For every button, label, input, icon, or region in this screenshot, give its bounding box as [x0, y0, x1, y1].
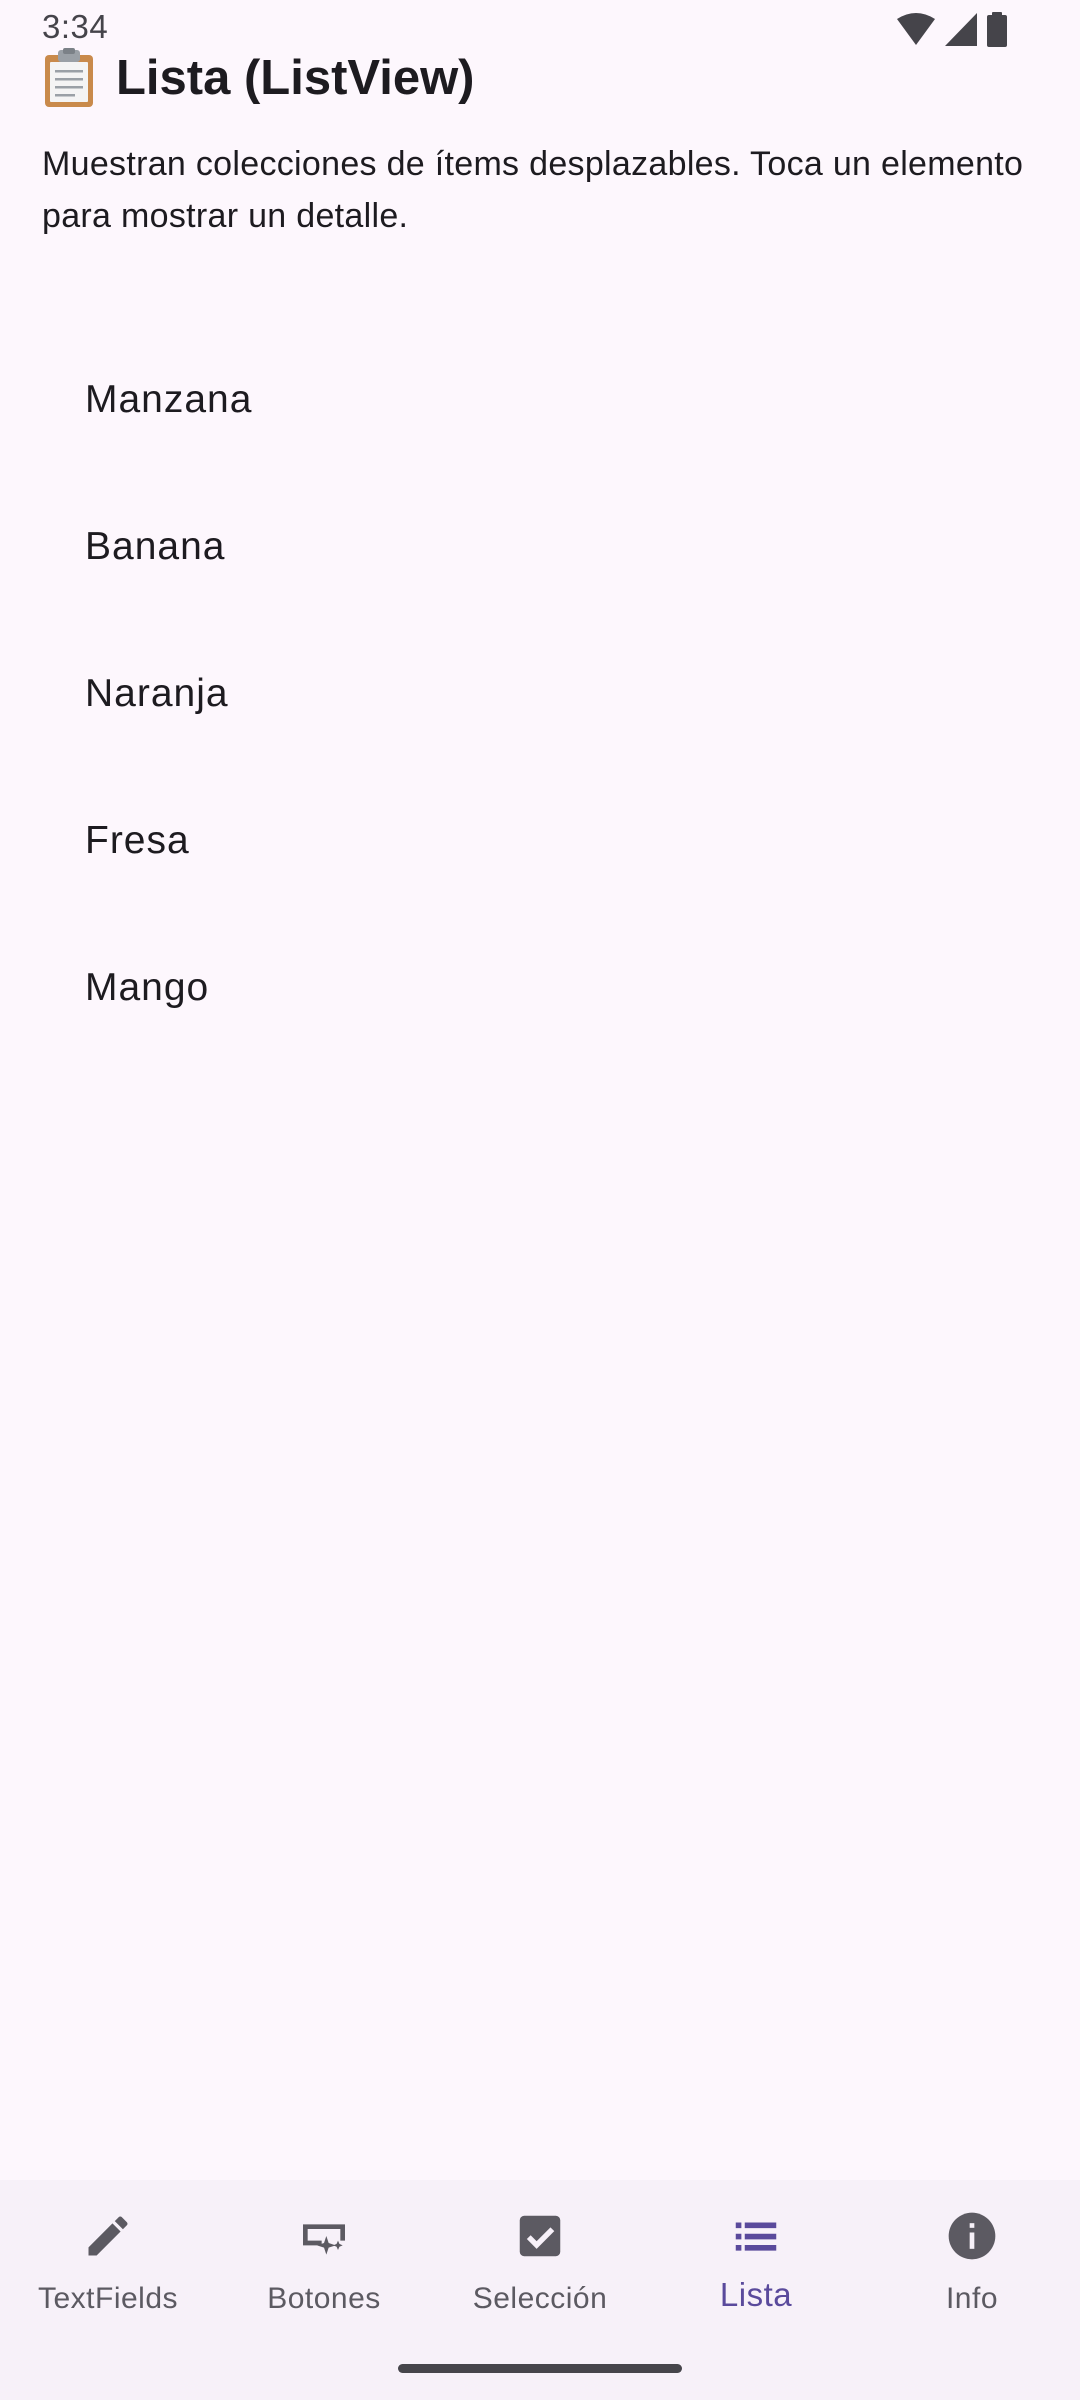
list-item[interactable]: Mango — [0, 914, 1080, 1061]
wifi-icon — [896, 12, 936, 48]
list-item-label: Fresa — [85, 818, 190, 862]
list-item[interactable]: Manzana — [0, 326, 1080, 473]
checkbox-icon — [510, 2206, 570, 2266]
list-item-label: Naranja — [85, 671, 229, 715]
status-icons — [896, 12, 1008, 48]
nav-label: TextFields — [37, 2282, 179, 2315]
nav-item-textfields[interactable]: TextFields — [0, 2180, 216, 2400]
nav-label: Botones — [267, 2282, 381, 2315]
button-icon — [294, 2206, 354, 2266]
status-time: 3:34 — [42, 8, 109, 45]
list-item[interactable]: Fresa — [0, 767, 1080, 914]
clipboard-icon — [42, 48, 96, 108]
nav-item-info[interactable]: Info — [864, 2180, 1080, 2400]
list-icon — [726, 2206, 786, 2266]
info-icon — [942, 2206, 1002, 2266]
nav-label: Selección — [472, 2282, 608, 2315]
list-item[interactable]: Banana — [0, 473, 1080, 620]
page-header: Lista (ListView) — [42, 46, 475, 110]
list-item-label: Manzana — [85, 377, 253, 421]
battery-icon — [986, 12, 1008, 48]
list-item[interactable]: Naranja — [0, 620, 1080, 767]
nav-label: Info — [945, 2282, 999, 2315]
list-item-label: Mango — [85, 965, 210, 1009]
page-description: Muestran colecciones de ítems desplazabl… — [42, 145, 1024, 235]
nav-label: Lista — [719, 2276, 793, 2313]
pencil-icon — [78, 2206, 138, 2266]
fruit-list: Manzana Banana Naranja Fresa Mango — [0, 326, 1080, 1061]
page-title: Lista (ListView) — [116, 51, 475, 105]
list-item-label: Banana — [85, 524, 226, 568]
signal-icon — [944, 12, 978, 48]
home-indicator[interactable] — [398, 2364, 682, 2373]
